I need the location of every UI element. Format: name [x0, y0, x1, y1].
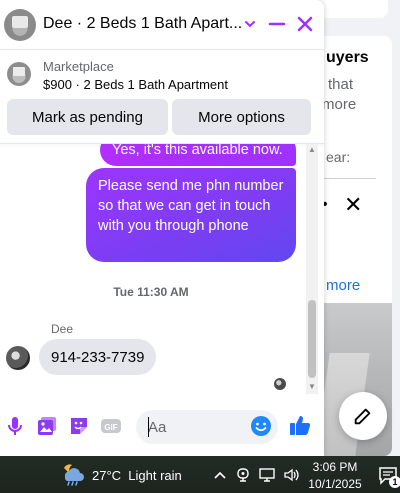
weather-summary[interactable]: 27°C Light rain: [92, 468, 182, 483]
close-icon[interactable]: [293, 12, 317, 36]
chat-window: Dee · 2 Beds 1 Bath Apart... Marketplace…: [0, 0, 324, 456]
like-icon[interactable]: [288, 413, 312, 437]
incoming-message[interactable]: 914-233-7739: [39, 339, 157, 375]
scroll-up-icon[interactable]: ▲: [306, 144, 318, 156]
message-timestamp: Tue 11:30 AM: [113, 285, 189, 299]
microphone-icon[interactable]: [3, 414, 27, 438]
compose-icon: [354, 408, 371, 425]
avatar[interactable]: [6, 346, 30, 370]
chevron-down-icon[interactable]: [238, 12, 262, 36]
clock-date[interactable]: 10/1/2025: [305, 477, 365, 491]
scroll-down-icon[interactable]: ▼: [306, 381, 318, 393]
chat-header[interactable]: Dee · 2 Beds 1 Bath Apart...: [0, 0, 324, 50]
volume-icon[interactable]: [283, 466, 301, 484]
chevron-up-icon[interactable]: [211, 466, 229, 484]
image-icon[interactable]: [35, 414, 59, 438]
gif-icon[interactable]: GIF: [99, 414, 123, 438]
scrollbar[interactable]: ▲ ▼: [306, 144, 318, 394]
marketplace-listing[interactable]: Marketplace $900 · 2 Beds 1 Bath Apartme…: [0, 52, 324, 98]
network-icon[interactable]: [258, 466, 276, 484]
buyers-card: uyers that more ear: • ✕ more: [312, 36, 392, 456]
weather-icon[interactable]: [58, 462, 86, 486]
more-options-button[interactable]: More options: [172, 99, 311, 135]
outgoing-message[interactable]: Yes, it's this available now.: [100, 144, 296, 166]
buyers-card-text: ear:: [326, 149, 351, 165]
close-icon[interactable]: ✕: [344, 192, 362, 218]
taskbar: 27°C Light rain 3:06 PM 10/1/2025 1: [0, 456, 400, 493]
svg-text:GIF: GIF: [104, 423, 117, 432]
app-tray-icon[interactable]: [234, 466, 252, 484]
buyers-card-text: that: [328, 76, 354, 93]
text-caret: [148, 417, 149, 437]
weather-condition: Light rain: [128, 468, 182, 483]
notification-count-badge: 1: [389, 476, 400, 488]
chat-title[interactable]: Dee · 2 Beds 1 Bath Apart...: [43, 15, 242, 33]
sender-name: Dee: [51, 322, 74, 336]
background-card-top: [318, 0, 388, 18]
buyers-card-title: uyers: [326, 49, 369, 66]
seen-indicator: [274, 378, 286, 390]
emoji-icon[interactable]: [249, 414, 273, 438]
mark-as-pending-button[interactable]: Mark as pending: [7, 99, 168, 135]
buyers-card-text: more: [322, 96, 357, 113]
temperature: 27°C: [92, 468, 122, 483]
new-message-button[interactable]: [339, 392, 387, 440]
marketplace-label: Marketplace: [43, 59, 114, 74]
outgoing-message[interactable]: Please send me phn number so that we can…: [86, 168, 296, 262]
sticker-icon[interactable]: [67, 414, 91, 438]
scrollbar-thumb[interactable]: [308, 300, 316, 378]
message-list: Yes, it's this available now. Please sen…: [0, 144, 318, 394]
minimize-icon[interactable]: [265, 12, 289, 36]
listing-title: $900 · 2 Beds 1 Bath Apartment: [43, 77, 229, 92]
clock-time[interactable]: 3:06 PM: [311, 460, 359, 474]
see-more-link[interactable]: more: [326, 277, 360, 294]
listing-thumbnail: [7, 62, 31, 86]
message-composer: GIF: [0, 404, 324, 450]
avatar[interactable]: [4, 9, 36, 41]
